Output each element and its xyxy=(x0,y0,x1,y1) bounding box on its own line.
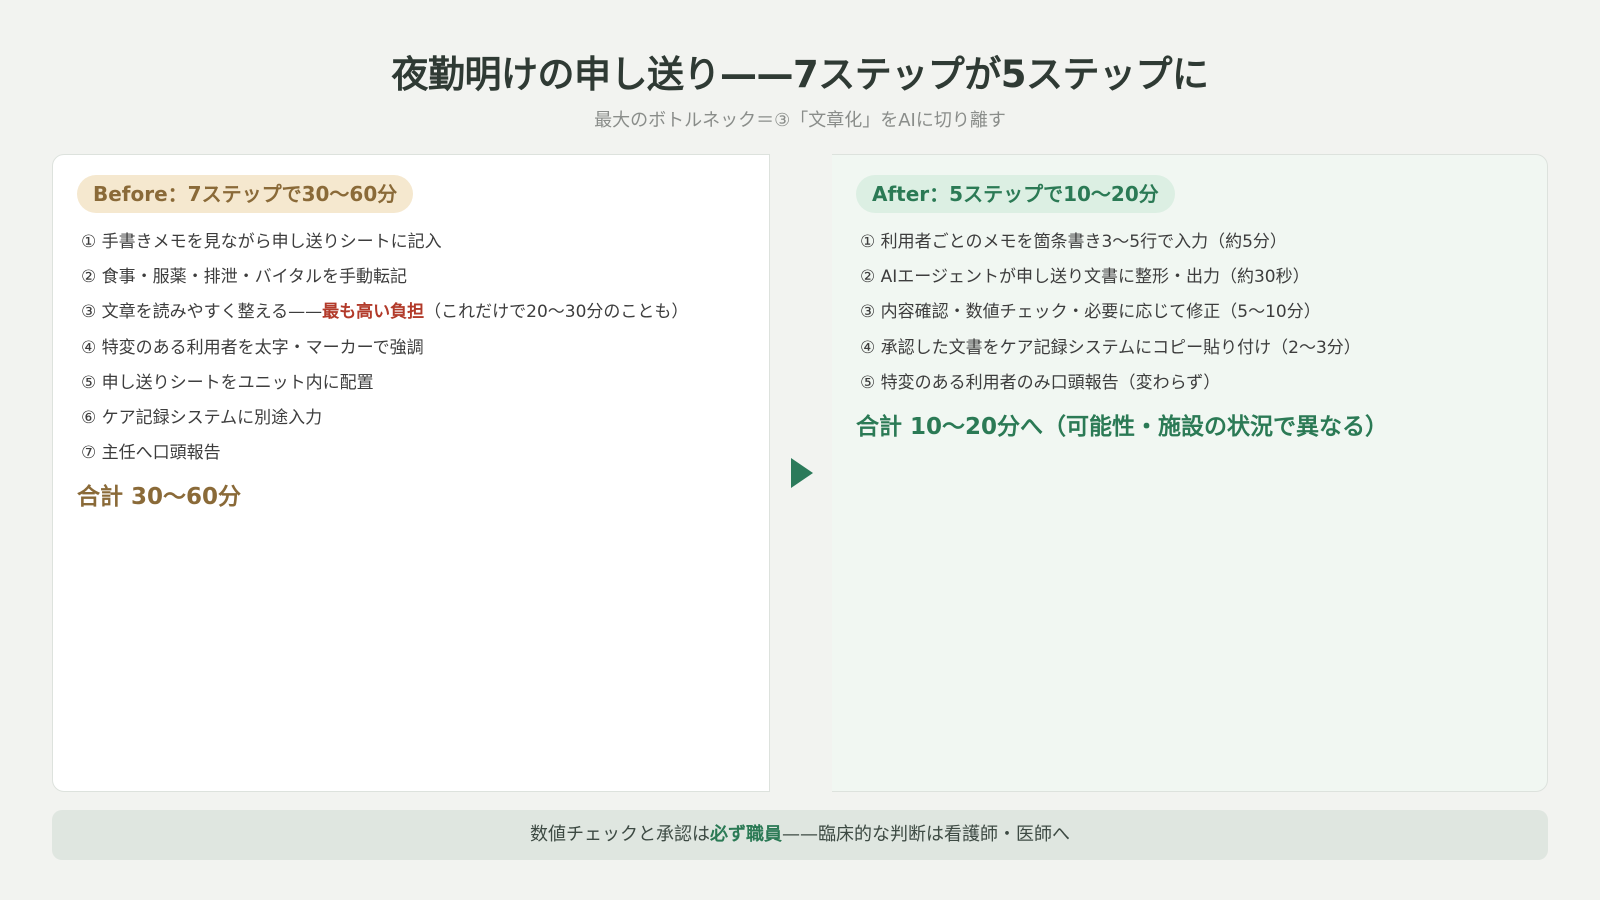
before-step-5: ⑤ 申し送りシートをユニット内に配置 xyxy=(81,372,374,393)
footer-suffix: ——臨床的な判断は看護師・医師へ xyxy=(782,824,1070,845)
before-step-4: ④ 特変のある利用者を太字・マーカーで強調 xyxy=(81,337,424,358)
after-total: 合計 10〜20分へ（可能性・施設の状況で異なる） xyxy=(856,414,1389,440)
before-label: Before：7ステップで30〜60分 xyxy=(77,175,414,213)
after-panel: After：5ステップで10〜20分 ① 利用者ごとのメモを箇条書き3〜5行で入… xyxy=(832,154,1548,792)
after-step-1: ① 利用者ごとのメモを箇条書き3〜5行で入力（約5分） xyxy=(860,232,1287,252)
before-step-7: ⑦ 主任へ口頭報告 xyxy=(81,443,221,464)
arrow-right-icon xyxy=(791,458,813,488)
before-step-1: ① 手書きメモを見ながら申し送りシートに記入 xyxy=(81,232,442,252)
before-step-3-note: （これだけで20〜30分のことも） xyxy=(424,302,689,323)
footer-prefix: 数値チェックと承認は xyxy=(530,824,710,845)
page-subtitle: 最大のボトルネック＝③「文章化」をAIに切り離す xyxy=(594,110,1006,131)
before-step-2: ② 食事・服薬・排泄・バイタルを手動転記 xyxy=(81,267,407,288)
after-step-2: ② AIエージェントが申し送り文書に整形・出力（約30秒） xyxy=(860,267,1310,288)
footer-note: 数値チェックと承認は必ず職員——臨床的な判断は看護師・医師へ xyxy=(52,810,1548,860)
before-step-6: ⑥ ケア記録システムに別途入力 xyxy=(81,407,323,428)
after-step-3: ③ 内容確認・数値チェック・必要に応じて修正（5〜10分） xyxy=(860,302,1321,323)
page-title: 夜勤明けの申し送り——7ステップが5ステップに xyxy=(391,53,1210,96)
before-total: 合計 30〜60分 xyxy=(77,484,242,510)
before-step-list: ① 手書きメモを見ながら申し送りシートに記入 ② 食事・服薬・排泄・バイタルを手… xyxy=(81,225,688,471)
after-step-5: ⑤ 特変のある利用者のみ口頭報告（変わらず） xyxy=(860,372,1221,393)
before-step-3: ③ 文章を読みやすく整える——最も高い負担（これだけで20〜30分のことも） xyxy=(81,295,688,330)
footer-emphasis: 必ず職員 xyxy=(710,824,782,845)
before-panel: Before：7ステップで30〜60分 ① 手書きメモを見ながら申し送りシートに… xyxy=(52,154,770,792)
before-step-3-highlight: 最も高い負担 xyxy=(322,302,425,323)
before-step-3-text: ③ 文章を読みやすく整える—— xyxy=(81,302,323,323)
after-label: After：5ステップで10〜20分 xyxy=(856,175,1175,213)
after-step-4: ④ 承認した文書をケア記録システムにコピー貼り付け（2〜3分） xyxy=(860,337,1361,358)
after-step-list: ① 利用者ごとのメモを箇条書き3〜5行で入力（約5分） ② AIエージェントが申… xyxy=(860,225,1361,401)
